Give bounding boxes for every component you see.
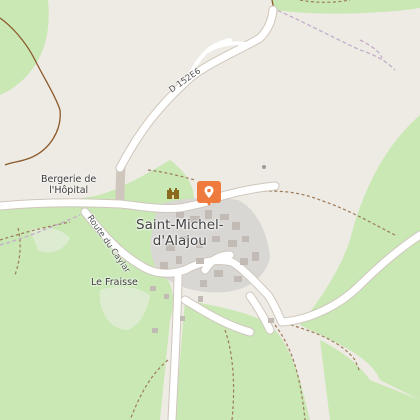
map-view[interactable]: Saint-Michel- d'Alajou Bergerie de l'Hôp…: [0, 0, 420, 420]
building: [232, 222, 240, 230]
building: [180, 316, 185, 321]
building: [242, 236, 249, 242]
le-fraisse-label: Le Fraisse: [91, 277, 138, 288]
forest-top-left: [0, 0, 49, 95]
town-label-line2: d'Alajou: [152, 232, 207, 249]
forest-right: [300, 115, 420, 400]
building: [240, 258, 248, 265]
forest-top-right: [272, 0, 420, 14]
building: [176, 256, 182, 264]
building: [252, 252, 259, 261]
road-d152e6: [116, 6, 277, 172]
map-pin-icon[interactable]: [196, 180, 222, 206]
building: [160, 262, 168, 269]
bergerie-label-line2: l'Hôpital: [49, 184, 89, 196]
building: [268, 318, 274, 323]
building: [198, 296, 203, 302]
building: [152, 328, 158, 333]
building: [234, 276, 242, 282]
town-label: Saint-Michel- d'Alajou: [136, 217, 224, 249]
track: [359, 39, 383, 59]
map-canvas[interactable]: [0, 0, 420, 420]
town-label-line1: Saint-Michel-: [136, 217, 224, 233]
building: [200, 280, 207, 287]
track: [271, 7, 396, 71]
building: [150, 286, 156, 291]
castle-icon[interactable]: [166, 186, 180, 200]
bergerie-label: Bergerie de l'Hôpital: [41, 174, 96, 197]
building: [164, 294, 169, 299]
point-marker: [262, 165, 266, 169]
building: [228, 240, 237, 247]
building: [196, 258, 204, 264]
building: [214, 270, 223, 277]
